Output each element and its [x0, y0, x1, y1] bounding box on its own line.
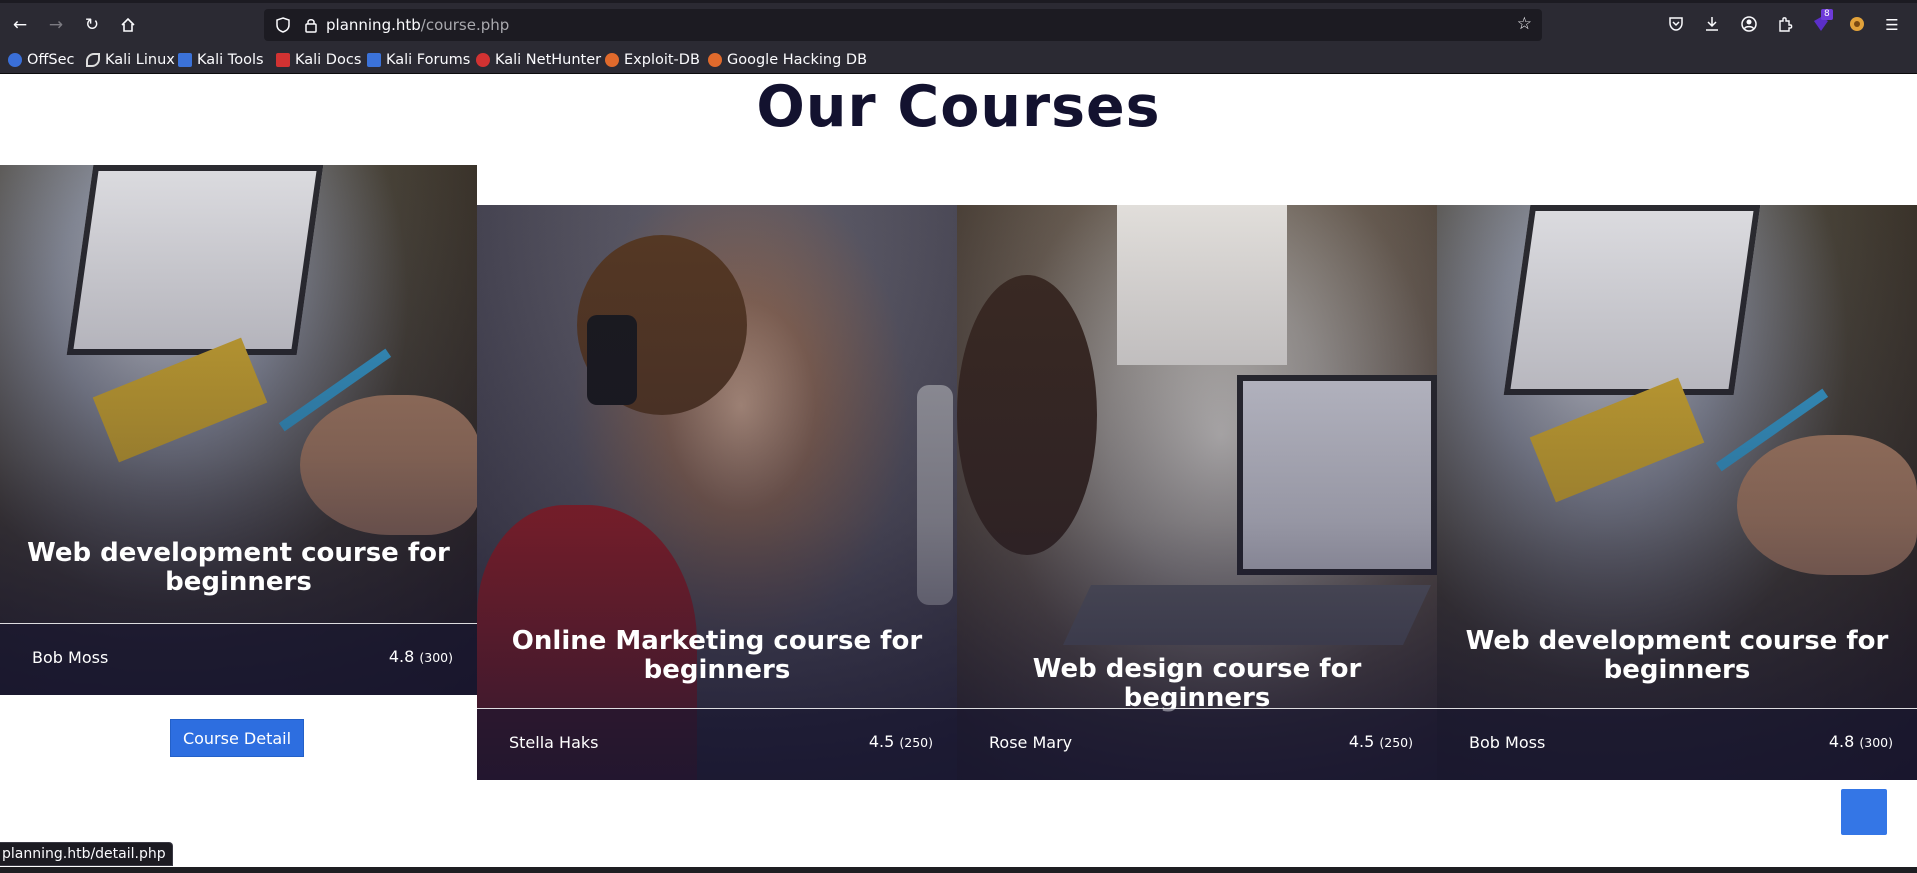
course-title: Web design course for beginners — [1032, 654, 1362, 713]
account-icon[interactable] — [1739, 15, 1759, 35]
bookmark-label: Kali NetHunter — [495, 52, 602, 68]
bookmark-exploit-db[interactable]: Exploit-DB — [605, 50, 700, 70]
bookmark-label: Kali Tools — [197, 52, 264, 68]
bookmark-label: Kali Forums — [386, 52, 471, 68]
nethunter-icon — [476, 53, 490, 67]
back-to-top-button[interactable] — [1841, 789, 1887, 835]
lock-icon[interactable] — [302, 16, 320, 34]
review-count: (250) — [1379, 735, 1413, 750]
extensions-icon[interactable] — [1775, 15, 1795, 35]
course-card[interactable]: Online Marketing course for beginners St… — [477, 205, 957, 780]
bookmark-kali-linux[interactable]: Kali Linux — [86, 50, 175, 70]
card-footer: Bob Moss 4.8 (300) — [1437, 708, 1917, 780]
course-card[interactable]: Web design course for beginners Rose Mar… — [957, 205, 1437, 780]
rating-value: 4.5 — [868, 732, 895, 751]
reload-icon[interactable]: ↻ — [80, 13, 104, 37]
rating-value: 4.8 — [388, 647, 415, 666]
course-title: Web development course for beginners — [1465, 626, 1889, 685]
card-overlay — [477, 205, 957, 780]
url-path: /course.php — [420, 16, 510, 34]
bookmark-kali-tools[interactable]: Kali Tools — [178, 50, 264, 70]
tracking-shield-icon[interactable] — [274, 16, 292, 34]
rating: 4.8 (300) — [1829, 732, 1893, 751]
rating: 4.5 (250) — [1349, 732, 1413, 751]
bookmark-label: OffSec — [27, 52, 75, 68]
kali-tools-icon — [178, 53, 192, 67]
foxyproxy-icon[interactable] — [1847, 15, 1867, 35]
card-footer: Rose Mary 4.5 (250) — [957, 708, 1437, 780]
rating-value: 4.8 — [1828, 732, 1855, 751]
address-bar[interactable]: planning.htb/course.php ☆ — [264, 9, 1542, 41]
kali-dragon-icon — [86, 53, 100, 67]
url-text[interactable]: planning.htb/course.php — [326, 16, 509, 34]
course-title: Web development course for beginners — [27, 538, 450, 597]
browser-toolbar: ← → ↻ planning.htb/course.php ☆ 8 ☰ — [0, 0, 1917, 46]
bookmark-label: Kali Linux — [105, 52, 175, 68]
card-overlay — [0, 165, 477, 695]
kali-docs-icon — [276, 53, 290, 67]
instructor-name: Stella Haks — [509, 733, 599, 752]
back-icon[interactable]: ← — [8, 13, 32, 37]
card-overlay — [1437, 205, 1917, 780]
extension-shield-icon[interactable]: 8 — [1811, 9, 1833, 35]
page-title: Our Courses — [756, 75, 1161, 140]
offsec-icon — [8, 53, 22, 67]
instructor-name: Bob Moss — [1469, 733, 1546, 752]
instructor-name: Rose Mary — [989, 733, 1073, 752]
review-count: (250) — [899, 735, 933, 750]
bookmark-label: Kali Docs — [295, 52, 362, 68]
desktop-taskbar — [0, 867, 1917, 873]
bookmark-kali-forums[interactable]: Kali Forums — [367, 50, 470, 70]
home-icon[interactable] — [116, 13, 140, 37]
instructor-name: Bob Moss — [32, 648, 109, 667]
forward-icon[interactable]: → — [44, 13, 68, 37]
bookmark-kali-nethunter[interactable]: Kali NetHunter — [476, 50, 601, 70]
rating: 4.8 (300) — [389, 647, 453, 666]
course-title: Online Marketing course for beginners — [511, 626, 923, 685]
rating: 4.5 (250) — [869, 732, 933, 751]
app-menu-icon[interactable]: ☰ — [1882, 15, 1902, 35]
url-host: planning.htb — [326, 16, 421, 34]
kali-forums-icon — [367, 53, 381, 67]
bookmark-kali-docs[interactable]: Kali Docs — [276, 50, 361, 70]
review-count: (300) — [1859, 735, 1893, 750]
bookmark-star-icon[interactable]: ☆ — [1517, 14, 1532, 34]
status-link-preview: planning.htb/detail.php — [0, 842, 173, 866]
bookmark-label: Exploit-DB — [624, 52, 700, 68]
bookmark-label: Google Hacking DB — [727, 52, 868, 68]
downloads-icon[interactable] — [1702, 15, 1722, 35]
bookmarks-toolbar: OffSec Kali Linux Kali Tools Kali Docs K… — [0, 46, 1917, 74]
exploit-db-icon — [605, 53, 619, 67]
card-footer: Stella Haks 4.5 (250) — [477, 708, 957, 780]
extension-badge: 8 — [1821, 9, 1833, 20]
page-content: Our Courses Web development course for b… — [0, 75, 1917, 867]
course-card[interactable]: Web development course for beginners Bob… — [1437, 205, 1917, 780]
review-count: (300) — [419, 650, 453, 665]
course-detail-button[interactable]: Course Detail — [170, 719, 304, 757]
course-card[interactable]: Web development course for beginners Bob… — [0, 165, 477, 695]
card-footer: Bob Moss 4.8 (300) — [0, 623, 477, 695]
ghdb-icon — [708, 53, 722, 67]
pocket-icon[interactable] — [1666, 15, 1686, 35]
bookmark-google-hacking-db[interactable]: Google Hacking DB — [708, 50, 867, 70]
bookmark-offsec[interactable]: OffSec — [8, 50, 75, 70]
rating-value: 4.5 — [1348, 732, 1375, 751]
